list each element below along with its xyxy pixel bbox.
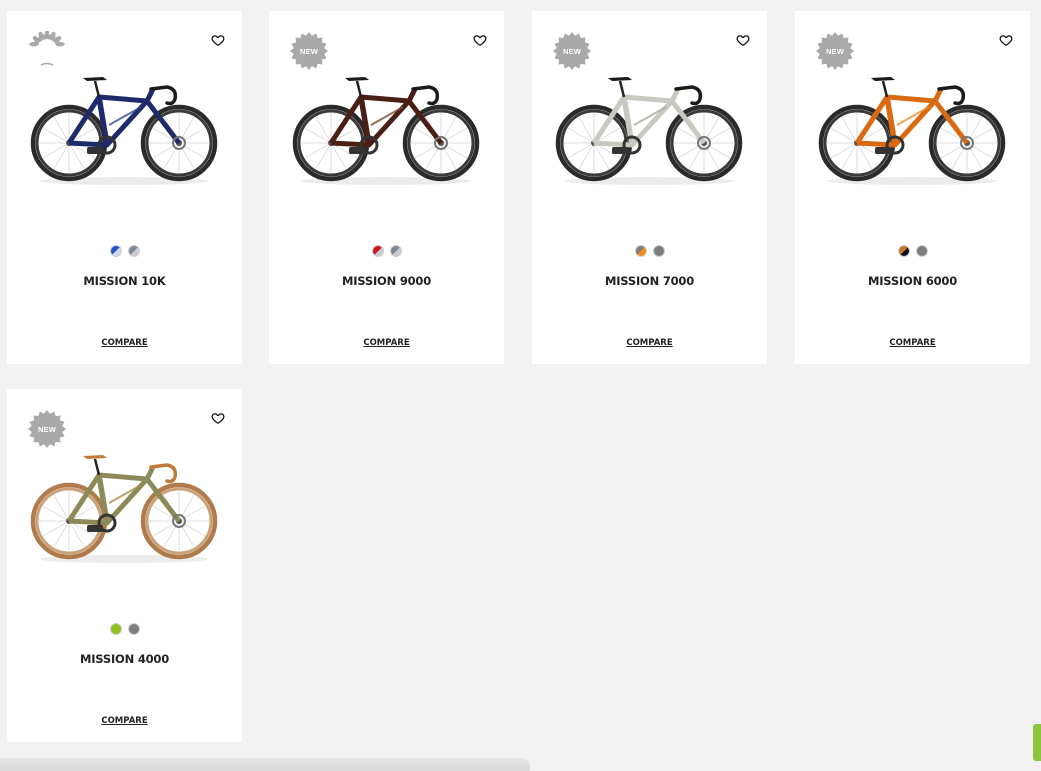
product-name[interactable]: MISSION 6000 xyxy=(795,274,1030,288)
color-swatch[interactable] xyxy=(371,245,384,257)
color-swatch[interactable] xyxy=(897,245,910,257)
wishlist-heart-icon[interactable] xyxy=(999,33,1013,47)
product-card[interactable]: NEW MISSION 7000 COMPARE xyxy=(532,11,767,364)
product-card[interactable]: NEW MISSION 9000 COMPARE xyxy=(269,11,504,364)
color-swatches xyxy=(7,623,242,635)
color-swatches xyxy=(532,245,767,257)
color-swatch[interactable] xyxy=(109,623,122,635)
wishlist-heart-icon[interactable] xyxy=(736,33,750,47)
product-name[interactable]: MISSION 4000 xyxy=(7,652,242,666)
feedback-tab[interactable] xyxy=(1033,724,1041,761)
product-name[interactable]: MISSION 7000 xyxy=(532,274,767,288)
color-swatch[interactable] xyxy=(915,245,928,257)
compare-link[interactable]: COMPARE xyxy=(795,338,1030,348)
color-swatch[interactable] xyxy=(127,623,140,635)
color-swatch[interactable] xyxy=(109,245,122,257)
color-swatch[interactable] xyxy=(652,245,665,257)
product-card[interactable]: MISSION 10K COMPARE xyxy=(7,11,242,364)
compare-link[interactable]: COMPARE xyxy=(269,338,504,348)
bike-image[interactable] xyxy=(291,63,481,191)
color-swatch[interactable] xyxy=(634,245,647,257)
compare-link[interactable]: COMPARE xyxy=(7,716,242,726)
product-card[interactable]: NEW MISSION 6000 COMPARE xyxy=(795,11,1030,364)
compare-link[interactable]: COMPARE xyxy=(7,338,242,348)
bike-image[interactable] xyxy=(817,63,1007,191)
color-swatch[interactable] xyxy=(389,245,402,257)
wishlist-heart-icon[interactable] xyxy=(473,33,487,47)
bottom-cookie-bar xyxy=(0,758,530,771)
color-swatch[interactable] xyxy=(127,245,140,257)
product-name[interactable]: MISSION 10K xyxy=(7,274,242,288)
color-swatches xyxy=(269,245,504,257)
compare-link[interactable]: COMPARE xyxy=(532,338,767,348)
product-name[interactable]: MISSION 9000 xyxy=(269,274,504,288)
bike-image[interactable] xyxy=(554,63,744,191)
product-card[interactable]: NEW MISSION 4000 COMPARE xyxy=(7,389,242,742)
wishlist-heart-icon[interactable] xyxy=(211,33,225,47)
bike-image[interactable] xyxy=(29,63,219,191)
wishlist-heart-icon[interactable] xyxy=(211,411,225,425)
bike-image[interactable] xyxy=(29,441,219,569)
color-swatches xyxy=(795,245,1030,257)
color-swatches xyxy=(7,245,242,257)
